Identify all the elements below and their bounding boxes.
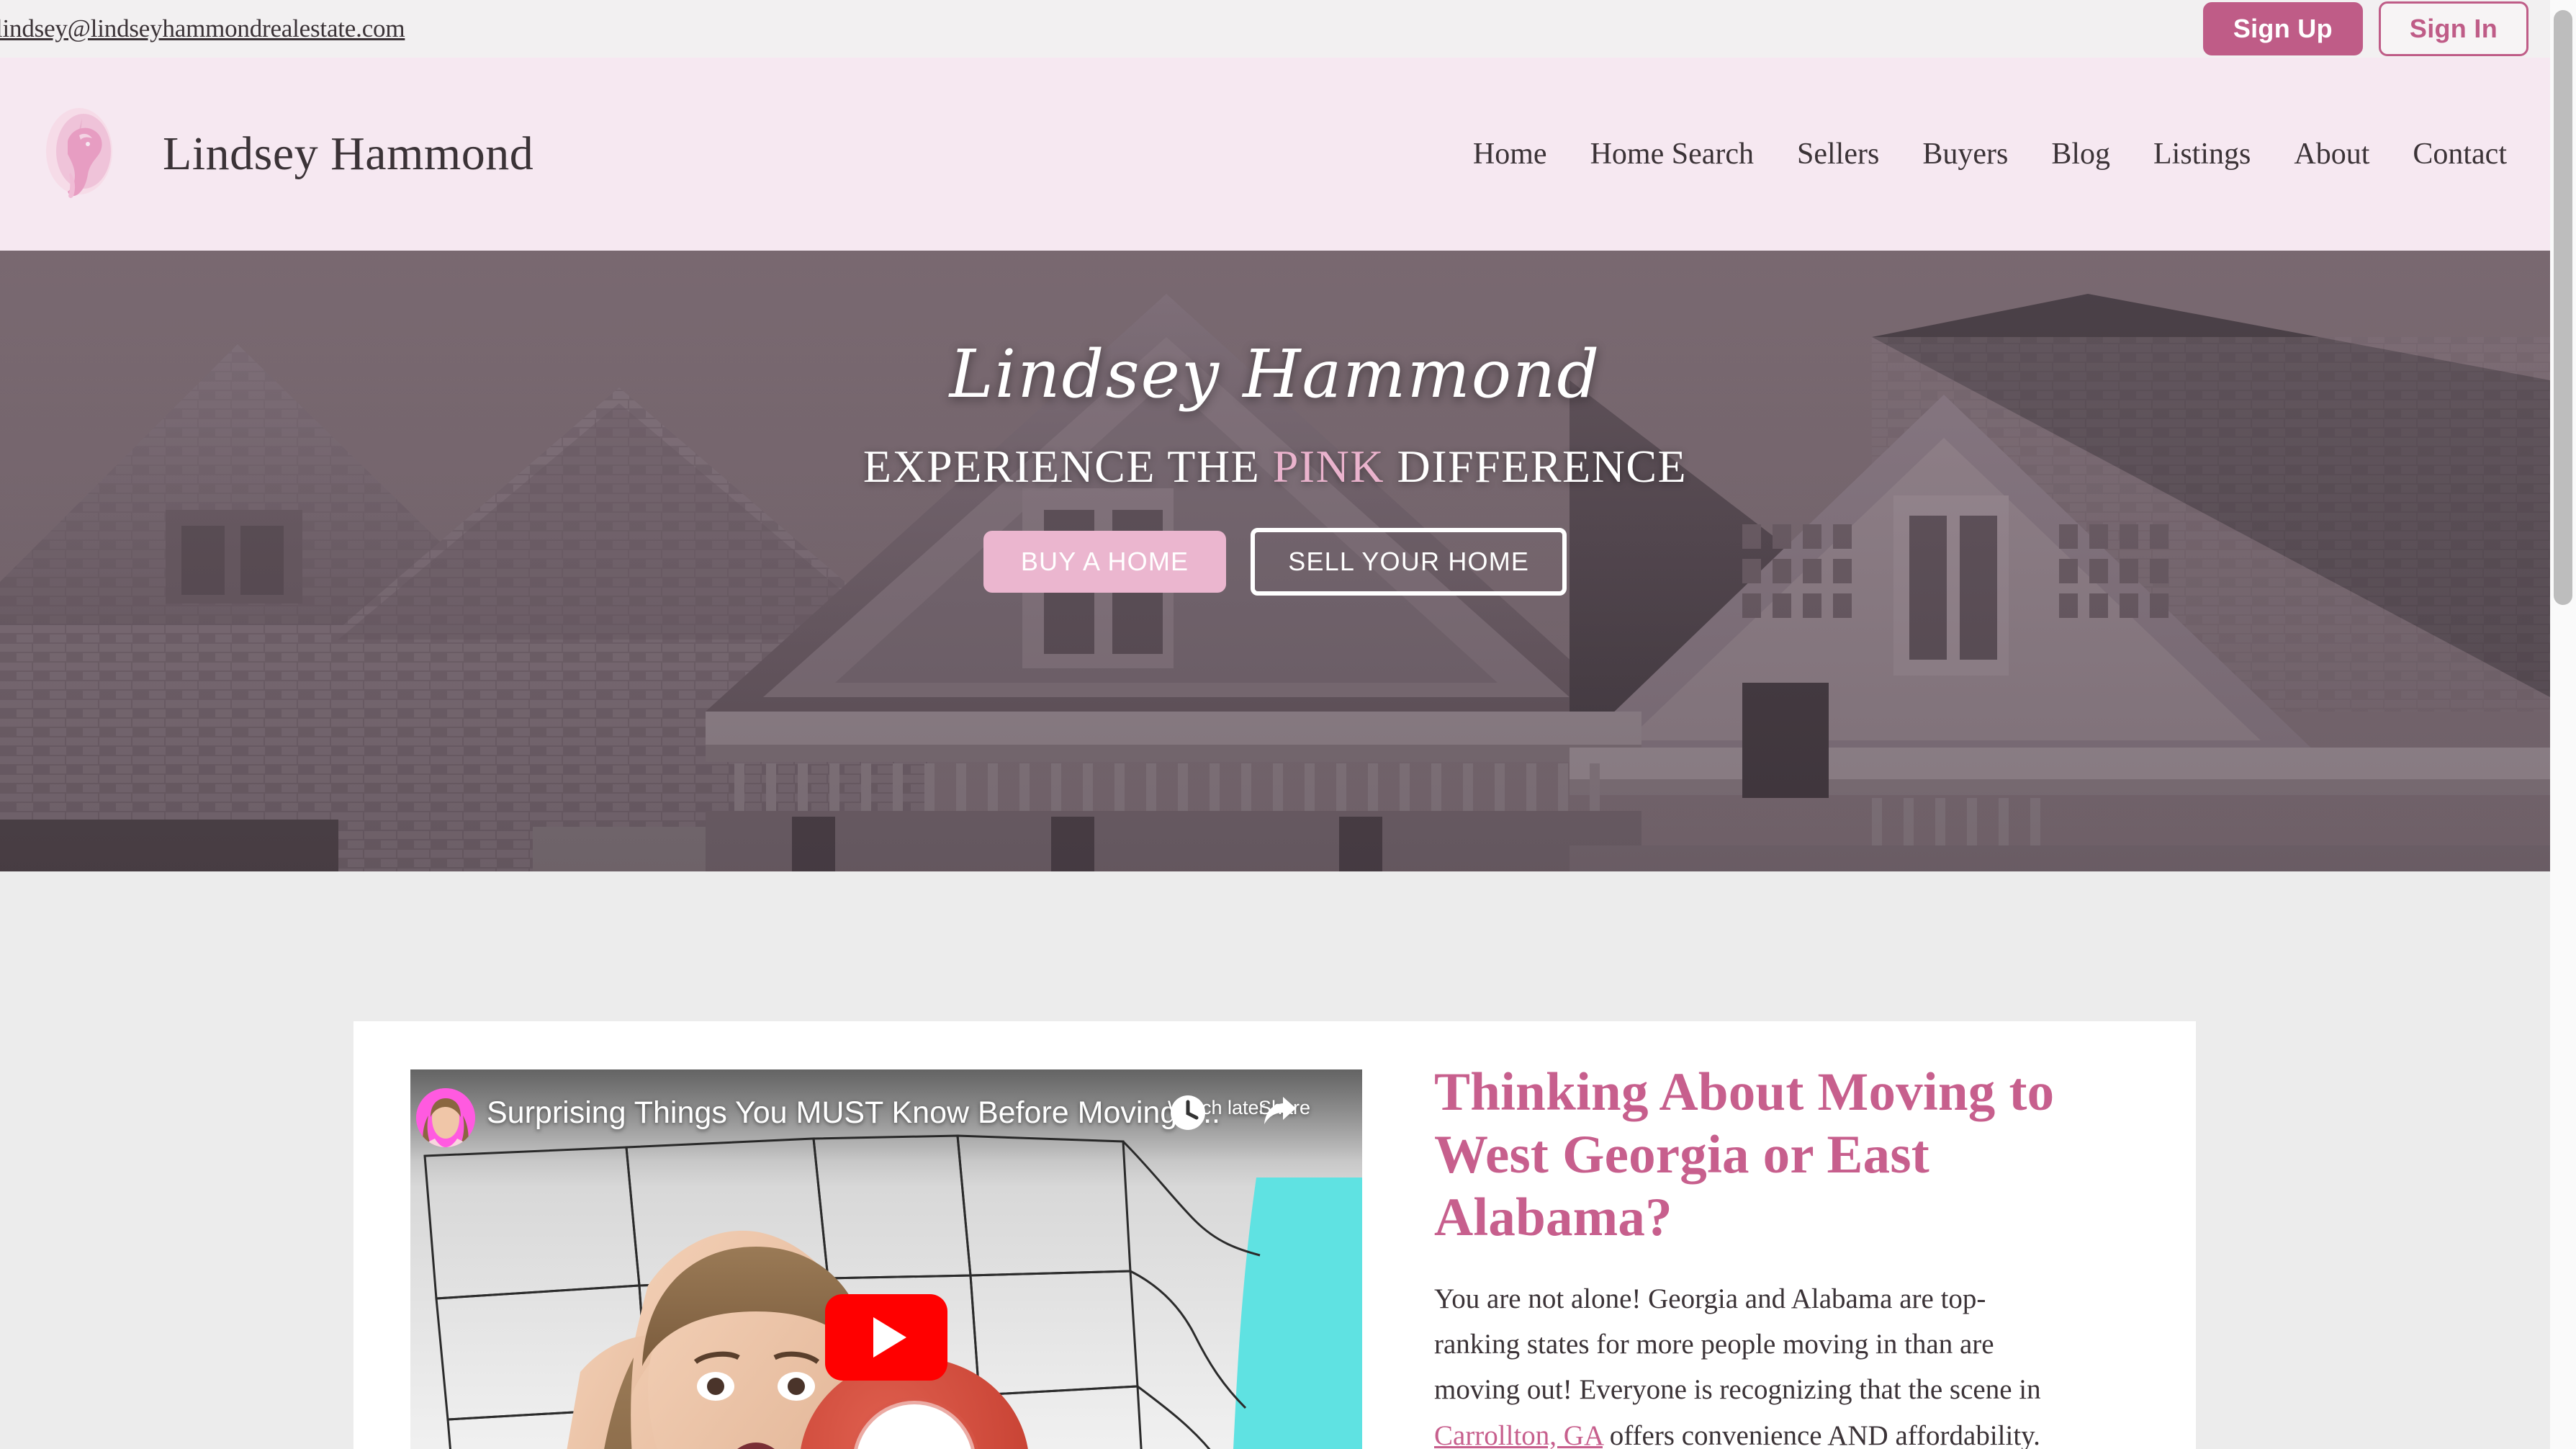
buy-a-home-button[interactable]: BUY A HOME	[983, 531, 1227, 593]
sell-your-home-button[interactable]: SELL YOUR HOME	[1251, 528, 1567, 596]
hero-tagline-accent: PINK	[1272, 441, 1385, 492]
brand-block[interactable]: Lindsey Hammond	[42, 104, 533, 205]
hero-tagline-after: DIFFERENCE	[1384, 441, 1688, 492]
share-control[interactable]: Share	[1258, 1093, 1310, 1124]
hero-cta-group: BUY A HOME SELL YOUR HOME	[983, 528, 1567, 596]
section-headline: Thinking About Moving to West Georgia or…	[1434, 1062, 2055, 1247]
unicorn-crest-icon	[42, 104, 121, 205]
nav-item-blog[interactable]: Blog	[2030, 137, 2132, 171]
nav-item-buyers[interactable]: Buyers	[1901, 137, 2030, 171]
text-column: Thinking About Moving to West Georgia or…	[1434, 1061, 2061, 1449]
featured-content-card: GA Surprising Things You MUST Know Befor…	[353, 1021, 2196, 1449]
hero-script-name: Lindsey Hammond	[949, 336, 1601, 413]
nav-item-sellers[interactable]: Sellers	[1775, 137, 1901, 171]
site-header: Lindsey Hammond Home Home Search Sellers…	[0, 58, 2550, 251]
hero-tagline: EXPERIENCE THE PINK DIFFERENCE	[863, 440, 1687, 493]
video-column: GA Surprising Things You MUST Know Befor…	[410, 1069, 1362, 1449]
channel-avatar[interactable]	[416, 1088, 475, 1147]
hero-content: Lindsey Hammond EXPERIENCE THE PINK DIFF…	[0, 251, 2550, 871]
hero-tagline-before: EXPERIENCE THE	[863, 441, 1273, 492]
nav-item-home-search[interactable]: Home Search	[1569, 137, 1775, 171]
video-title[interactable]: Surprising Things You MUST Know Before M…	[487, 1095, 1220, 1131]
nav-item-contact[interactable]: Contact	[2391, 137, 2528, 171]
clock-icon	[1171, 1095, 1205, 1130]
sign-up-button[interactable]: Sign Up	[2202, 2, 2363, 55]
page-scrollbar[interactable]	[2550, 0, 2576, 1449]
main-navigation: Home Home Search Sellers Buyers Blog Lis…	[1451, 137, 2528, 171]
nav-item-listings[interactable]: Listings	[2132, 137, 2272, 171]
auth-actions: Sign Up Sign In	[2202, 1, 2528, 56]
carrollton-ga-link[interactable]: Carrollton, GA	[1434, 1420, 1603, 1449]
paragraph-part-1: You are not alone! Georgia and Alabama a…	[1434, 1283, 2041, 1406]
hero-section: Lindsey Hammond EXPERIENCE THE PINK DIFF…	[0, 251, 2550, 871]
scrollbar-thumb[interactable]	[2554, 10, 2572, 605]
contact-email-link[interactable]: lindsey@lindseyhammondrealestate.com	[0, 14, 405, 43]
brand-name: Lindsey Hammond	[163, 127, 534, 180]
section-paragraph: You are not alone! Georgia and Alabama a…	[1434, 1276, 2061, 1449]
top-utility-bar: lindsey@lindseyhammondrealestate.com Sig…	[0, 0, 2550, 58]
play-triangle	[873, 1317, 906, 1358]
nav-item-about[interactable]: About	[2272, 137, 2391, 171]
sign-in-button[interactable]: Sign In	[2378, 1, 2528, 56]
youtube-video-embed[interactable]: GA Surprising Things You MUST Know Befor…	[410, 1069, 1362, 1449]
share-arrow-icon	[1264, 1097, 1296, 1124]
youtube-play-icon[interactable]	[825, 1294, 947, 1381]
watch-later-control[interactable]: Watch later	[1168, 1093, 1266, 1130]
nav-item-home[interactable]: Home	[1451, 137, 1569, 171]
